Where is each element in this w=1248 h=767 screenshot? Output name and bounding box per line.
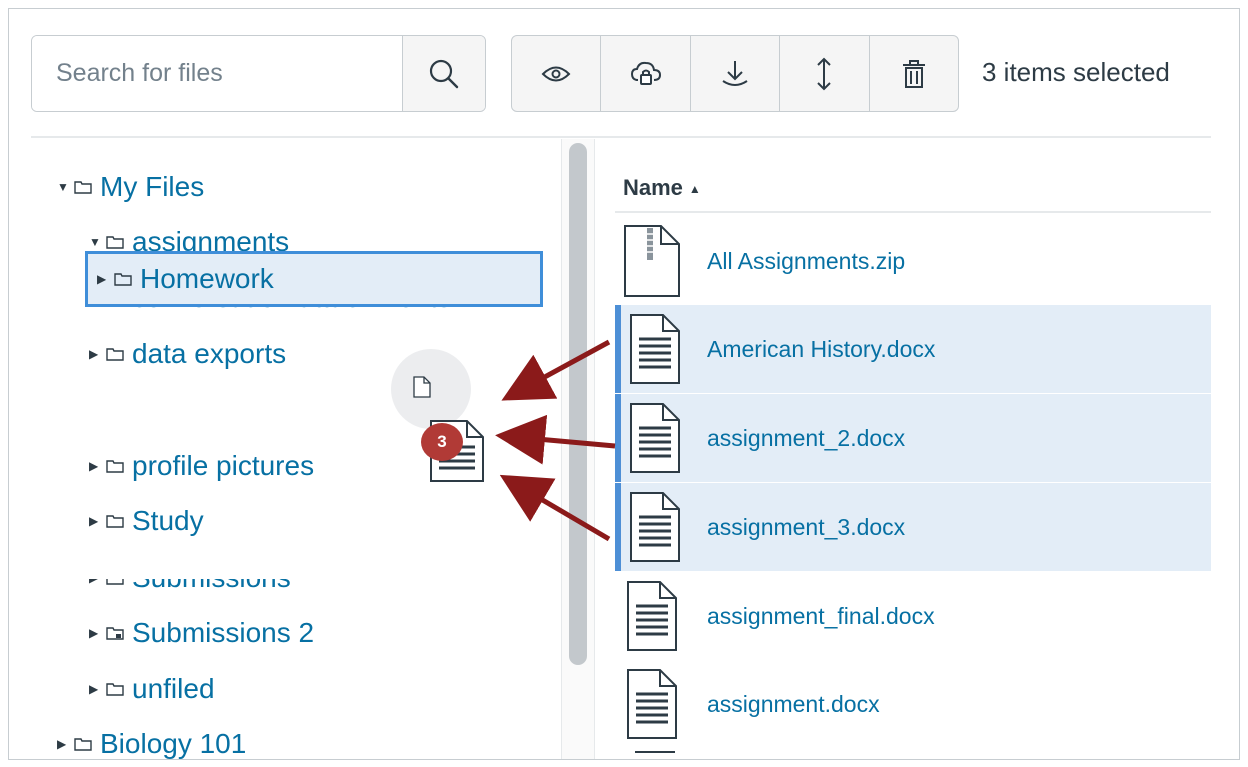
search-button[interactable] <box>402 36 485 111</box>
tree-item-label: Study <box>132 505 204 536</box>
tree-scrollbar-thumb[interactable] <box>569 143 587 665</box>
file-list: Name ▲ All Assignments.zip American Histo… <box>615 139 1211 759</box>
search-icon <box>429 59 459 88</box>
file-row[interactable]: All Assignments.zip <box>615 217 1211 305</box>
file-row[interactable]: assignment.docx <box>615 660 1211 748</box>
eye-icon <box>541 66 571 81</box>
drag-cursor-halo <box>391 349 471 429</box>
file-name[interactable]: American History.docx <box>707 336 935 363</box>
tree-item-label: Submissions 2 <box>132 617 315 648</box>
caret-right-icon: ▶ <box>89 626 99 640</box>
trash-icon <box>902 59 925 88</box>
folder-icon <box>106 236 124 249</box>
partial-file-icon <box>635 751 675 759</box>
document-icon <box>630 314 680 384</box>
folder-icon <box>106 348 124 361</box>
files-window: 3 items selected ▼ My Files ▼ assignment… <box>8 8 1240 760</box>
tree-item-study[interactable]: ▶ Study <box>89 501 204 541</box>
file-name[interactable]: assignment_2.docx <box>707 425 905 452</box>
tree-item-profile-pictures[interactable]: ▶ profile pictures <box>89 446 314 486</box>
document-icon <box>627 581 677 651</box>
drag-file-icon <box>413 376 431 398</box>
selection-count: 3 items selected <box>982 57 1170 87</box>
download-icon <box>722 60 748 86</box>
tree-item-biology-101[interactable]: ▶ Biology 101 <box>57 724 247 759</box>
document-icon <box>627 669 677 739</box>
caret-right-icon: ▶ <box>57 737 67 751</box>
restrict-access-button[interactable] <box>601 36 691 111</box>
file-row-selected[interactable]: assignment_2.docx <box>615 394 1211 482</box>
move-arrows-icon <box>817 57 832 90</box>
folder-icon <box>114 273 132 286</box>
folder-icon <box>74 181 92 194</box>
tree-item-label: Submissions <box>132 579 291 594</box>
header-divider <box>31 136 1211 138</box>
delete-button[interactable] <box>870 36 958 111</box>
name-column-header[interactable]: Name ▲ <box>615 163 1211 213</box>
move-button[interactable] <box>780 36 870 111</box>
file-name[interactable]: assignment_3.docx <box>707 514 905 541</box>
sort-ascending-icon: ▲ <box>688 182 701 197</box>
caret-right-icon: ▶ <box>89 514 99 528</box>
folder-icon <box>74 738 92 751</box>
tree-item-label: My Files <box>100 171 205 202</box>
file-row-selected[interactable]: assignment_3.docx <box>615 483 1211 571</box>
drag-count-badge: 3 <box>421 423 463 461</box>
caret-right-icon: ▶ <box>89 682 99 696</box>
preview-button[interactable] <box>512 36 602 111</box>
caret-right-icon: ▶ <box>89 347 99 361</box>
tree-item-label: Biology 101 <box>100 728 247 759</box>
caret-down-icon: ▼ <box>57 180 69 194</box>
tree-item-my-files[interactable]: ▼ My Files <box>57 167 204 207</box>
tree-item-label: Homework <box>140 263 274 294</box>
tree-item-submissions-2[interactable]: ▶ Submissions 2 <box>89 613 314 653</box>
folder-icon <box>106 683 124 696</box>
search-input[interactable] <box>32 36 402 111</box>
file-row[interactable]: assignment_final.docx <box>615 572 1211 660</box>
folder-icon <box>106 515 124 528</box>
caret-right-icon: ▶ <box>89 459 99 473</box>
tree-item-unfiled[interactable]: ▶ unfiled <box>89 669 215 709</box>
file-row-selected[interactable]: American History.docx <box>615 305 1211 393</box>
file-name[interactable]: assignment.docx <box>707 691 880 718</box>
locked-folder-icon <box>106 627 124 640</box>
caret-down-icon: ▼ <box>89 235 101 249</box>
folder-icon <box>106 460 124 473</box>
tree-item-label: data exports <box>132 338 287 369</box>
tree-item-label: unfiled <box>132 673 215 704</box>
download-button[interactable] <box>691 36 781 111</box>
search-box <box>31 35 486 112</box>
file-actions-toolbar <box>511 35 959 112</box>
cloud-lock-icon <box>630 61 661 85</box>
file-name[interactable]: All Assignments.zip <box>707 248 905 275</box>
document-icon <box>630 492 680 562</box>
tree-item-data-exports[interactable]: ▶ data exports <box>89 334 286 374</box>
folder-icon <box>106 579 124 585</box>
document-icon <box>630 403 680 473</box>
zip-file-icon <box>624 225 680 297</box>
tree-item-label: profile pictures <box>132 450 315 481</box>
tree-item-submissions[interactable]: ▶ Submissions <box>89 579 349 597</box>
name-column-label: Name ▲ <box>623 175 701 200</box>
caret-right-icon: ▶ <box>97 272 107 286</box>
tree-item-homework[interactable]: ▶ Homework <box>85 251 543 307</box>
file-name[interactable]: assignment_final.docx <box>707 603 935 630</box>
caret-right-icon: ▶ <box>89 579 101 585</box>
